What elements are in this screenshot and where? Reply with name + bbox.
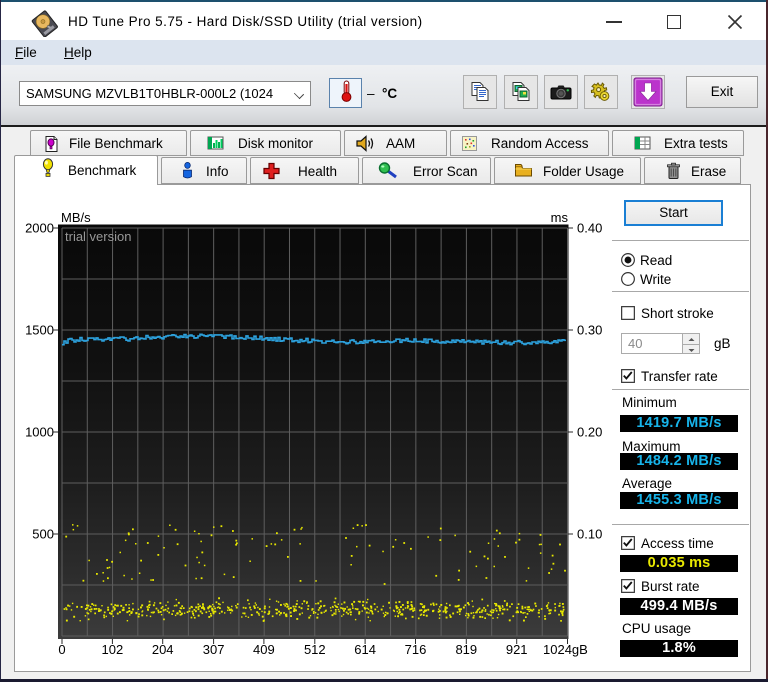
svg-text:2000: 2000 bbox=[25, 221, 54, 236]
svg-text:921: 921 bbox=[506, 642, 528, 657]
svg-text:409: 409 bbox=[253, 642, 275, 657]
svg-text:204: 204 bbox=[152, 642, 174, 657]
svg-text:1000: 1000 bbox=[25, 425, 54, 440]
svg-text:614: 614 bbox=[354, 642, 376, 657]
svg-text:trial version: trial version bbox=[65, 229, 131, 244]
svg-text:0.40: 0.40 bbox=[577, 221, 602, 236]
svg-text:MB/s: MB/s bbox=[61, 210, 91, 225]
svg-text:819: 819 bbox=[455, 642, 477, 657]
svg-text:0: 0 bbox=[58, 642, 65, 657]
svg-text:0.20: 0.20 bbox=[577, 425, 602, 440]
svg-text:1500: 1500 bbox=[25, 323, 54, 338]
svg-text:500: 500 bbox=[32, 527, 54, 542]
svg-text:0.30: 0.30 bbox=[577, 323, 602, 338]
svg-text:512: 512 bbox=[304, 642, 326, 657]
svg-text:102: 102 bbox=[102, 642, 124, 657]
svg-text:307: 307 bbox=[203, 642, 225, 657]
svg-text:ms: ms bbox=[551, 210, 569, 225]
svg-text:716: 716 bbox=[405, 642, 427, 657]
svg-text:1024gB: 1024gB bbox=[543, 642, 588, 657]
svg-text:0.10: 0.10 bbox=[577, 527, 602, 542]
